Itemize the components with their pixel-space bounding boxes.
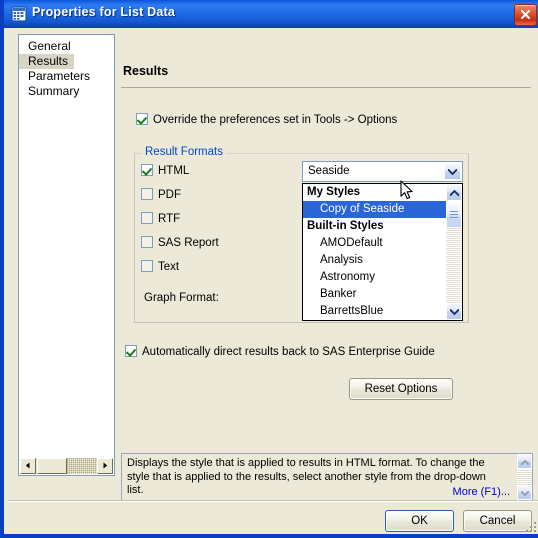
dialog-window: Properties for List Data General Results…	[0, 0, 538, 538]
style-option-amodefault[interactable]: AMODefault	[303, 235, 447, 252]
page-title: Results	[123, 64, 169, 78]
style-option-built-in-styles[interactable]: Built-in Styles	[303, 218, 447, 235]
style-option-list: My Styles Copy of Seaside Built-in Style…	[303, 184, 447, 320]
style-option-banker[interactable]: Banker	[303, 286, 447, 303]
checkbox-box-icon	[141, 260, 153, 272]
scroll-right-button[interactable]	[97, 458, 113, 474]
style-combo-box[interactable]: Seaside	[302, 161, 463, 182]
help-vertical-scrollbar[interactable]	[517, 454, 532, 500]
dropdown-scroll-down-button[interactable]	[446, 303, 462, 320]
scroll-thumb[interactable]	[37, 458, 67, 474]
dropdown-scroll-thumb[interactable]	[446, 202, 462, 228]
checkbox-box-icon	[125, 345, 137, 357]
help-scroll-down-button[interactable]	[517, 485, 532, 500]
format-checkbox-html[interactable]: HTML	[141, 164, 189, 177]
reset-options-button[interactable]: Reset Options	[349, 378, 453, 400]
close-x-icon	[515, 8, 536, 21]
footer-divider	[8, 500, 538, 502]
combo-dropdown-button[interactable]	[444, 163, 461, 180]
window-frame: Properties for List Data General Results…	[0, 0, 538, 538]
dropdown-vertical-scrollbar[interactable]	[446, 184, 462, 320]
sidebar-item-general[interactable]: General	[19, 39, 114, 54]
help-more-link[interactable]: More (F1)...	[453, 486, 510, 498]
dialog-body: General Results Parameters Summary Resul…	[8, 28, 538, 534]
scroll-thumb-grip-icon	[450, 210, 458, 220]
dropdown-scroll-up-button[interactable]	[446, 184, 462, 201]
resize-grip-icon[interactable]	[523, 519, 536, 532]
chevron-down-icon	[449, 306, 459, 318]
arrow-right-icon	[102, 460, 109, 472]
checkbox-box-icon	[136, 113, 148, 125]
checkbox-box-icon	[141, 236, 153, 248]
style-option-astronomy[interactable]: Astronomy	[303, 269, 447, 286]
title-divider	[121, 87, 531, 88]
checkbox-box-icon	[141, 188, 153, 200]
format-label: RTF	[158, 213, 181, 225]
cancel-button[interactable]: Cancel	[463, 510, 532, 532]
sidebar-item-label: Parameters	[28, 69, 91, 83]
navigation-horizontal-scrollbar[interactable]	[20, 458, 113, 474]
style-combo-value: Seaside	[308, 165, 350, 177]
close-button[interactable]	[514, 4, 537, 26]
format-checkbox-pdf[interactable]: PDF	[141, 188, 181, 201]
navigation-list: General Results Parameters Summary	[19, 39, 114, 99]
format-label: SAS Report	[158, 237, 219, 249]
ok-button[interactable]: OK	[385, 510, 454, 532]
style-option-barrettsblue[interactable]: BarrettsBlue	[303, 303, 447, 320]
graph-format-label: Graph Format:	[144, 292, 219, 304]
title-bar[interactable]: Properties for List Data	[4, 0, 538, 28]
help-panel: Displays the style that is applied to re…	[121, 453, 533, 501]
table-grid-icon	[11, 6, 27, 22]
help-scroll-up-button[interactable]	[517, 454, 532, 469]
chevron-down-icon	[520, 487, 529, 499]
chevron-down-icon	[447, 166, 458, 178]
checkbox-box-icon	[141, 212, 153, 224]
chevron-up-icon	[520, 456, 529, 468]
checkbox-box-icon	[141, 164, 153, 176]
sidebar-item-results[interactable]: Results	[19, 54, 114, 69]
sidebar-item-label: Summary	[28, 84, 80, 98]
format-checkbox-sas-report[interactable]: SAS Report	[141, 236, 219, 249]
format-checkbox-rtf[interactable]: RTF	[141, 212, 180, 225]
chevron-up-icon	[449, 187, 459, 199]
window-title: Properties for List Data	[32, 5, 176, 19]
override-preferences-checkbox[interactable]: Override the preferences set in Tools ->…	[136, 113, 397, 126]
sidebar-item-parameters[interactable]: Parameters	[19, 69, 114, 84]
format-label: Text	[158, 261, 180, 273]
result-formats-legend: Result Formats	[142, 146, 226, 158]
format-label: PDF	[158, 189, 181, 201]
sidebar-item-label: General	[28, 39, 71, 53]
help-text: Displays the style that is applied to re…	[127, 457, 486, 496]
style-option-copy-of-seaside[interactable]: Copy of Seaside	[303, 201, 447, 218]
style-option-analysis[interactable]: Analysis	[303, 252, 447, 269]
sidebar-item-summary[interactable]: Summary	[19, 84, 114, 99]
format-label: HTML	[158, 165, 190, 177]
override-preferences-label: Override the preferences set in Tools ->…	[153, 114, 398, 126]
navigation-panel: General Results Parameters Summary	[18, 34, 115, 476]
style-dropdown-list[interactable]: My Styles Copy of Seaside Built-in Style…	[302, 183, 463, 321]
style-option-my-styles[interactable]: My Styles	[303, 184, 447, 201]
auto-direct-results-label: Automatically direct results back to SAS…	[142, 346, 435, 358]
auto-direct-results-checkbox[interactable]: Automatically direct results back to SAS…	[125, 345, 435, 358]
scroll-left-button[interactable]	[20, 458, 36, 474]
sidebar-item-label: Results	[19, 54, 75, 69]
arrow-left-icon	[25, 460, 32, 472]
format-checkbox-text[interactable]: Text	[141, 260, 179, 273]
